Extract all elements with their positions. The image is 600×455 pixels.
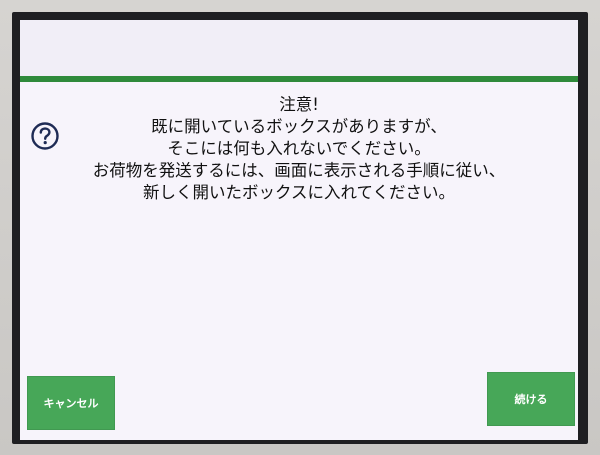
header-accent-bar bbox=[20, 76, 578, 82]
header-area bbox=[20, 20, 578, 76]
cancel-button-label: キャンセル bbox=[43, 397, 99, 410]
notice-line-3: お荷物を発送するには、画面に表示される手順に従い、 bbox=[92, 161, 506, 180]
continue-button[interactable]: 続ける bbox=[487, 372, 575, 426]
notice-line-4: 新しく開いたボックスに入れてください。 bbox=[142, 183, 455, 202]
notice-line-1: 既に開いているボックスがありますが、 bbox=[151, 117, 447, 136]
cancel-button[interactable]: キャンセル bbox=[27, 376, 115, 430]
continue-button-label: 続ける bbox=[514, 393, 548, 406]
kiosk-screen: 注意! 既に開いているボックスがありますが、 そこには何も入れないでください。 … bbox=[20, 20, 578, 440]
notice-line-2: そこには何も入れないでください。 bbox=[167, 139, 431, 158]
notice-title: 注意! bbox=[279, 95, 319, 114]
notice-message: 注意! 既に開いているボックスがありますが、 そこには何も入れないでください。 … bbox=[40, 94, 558, 204]
